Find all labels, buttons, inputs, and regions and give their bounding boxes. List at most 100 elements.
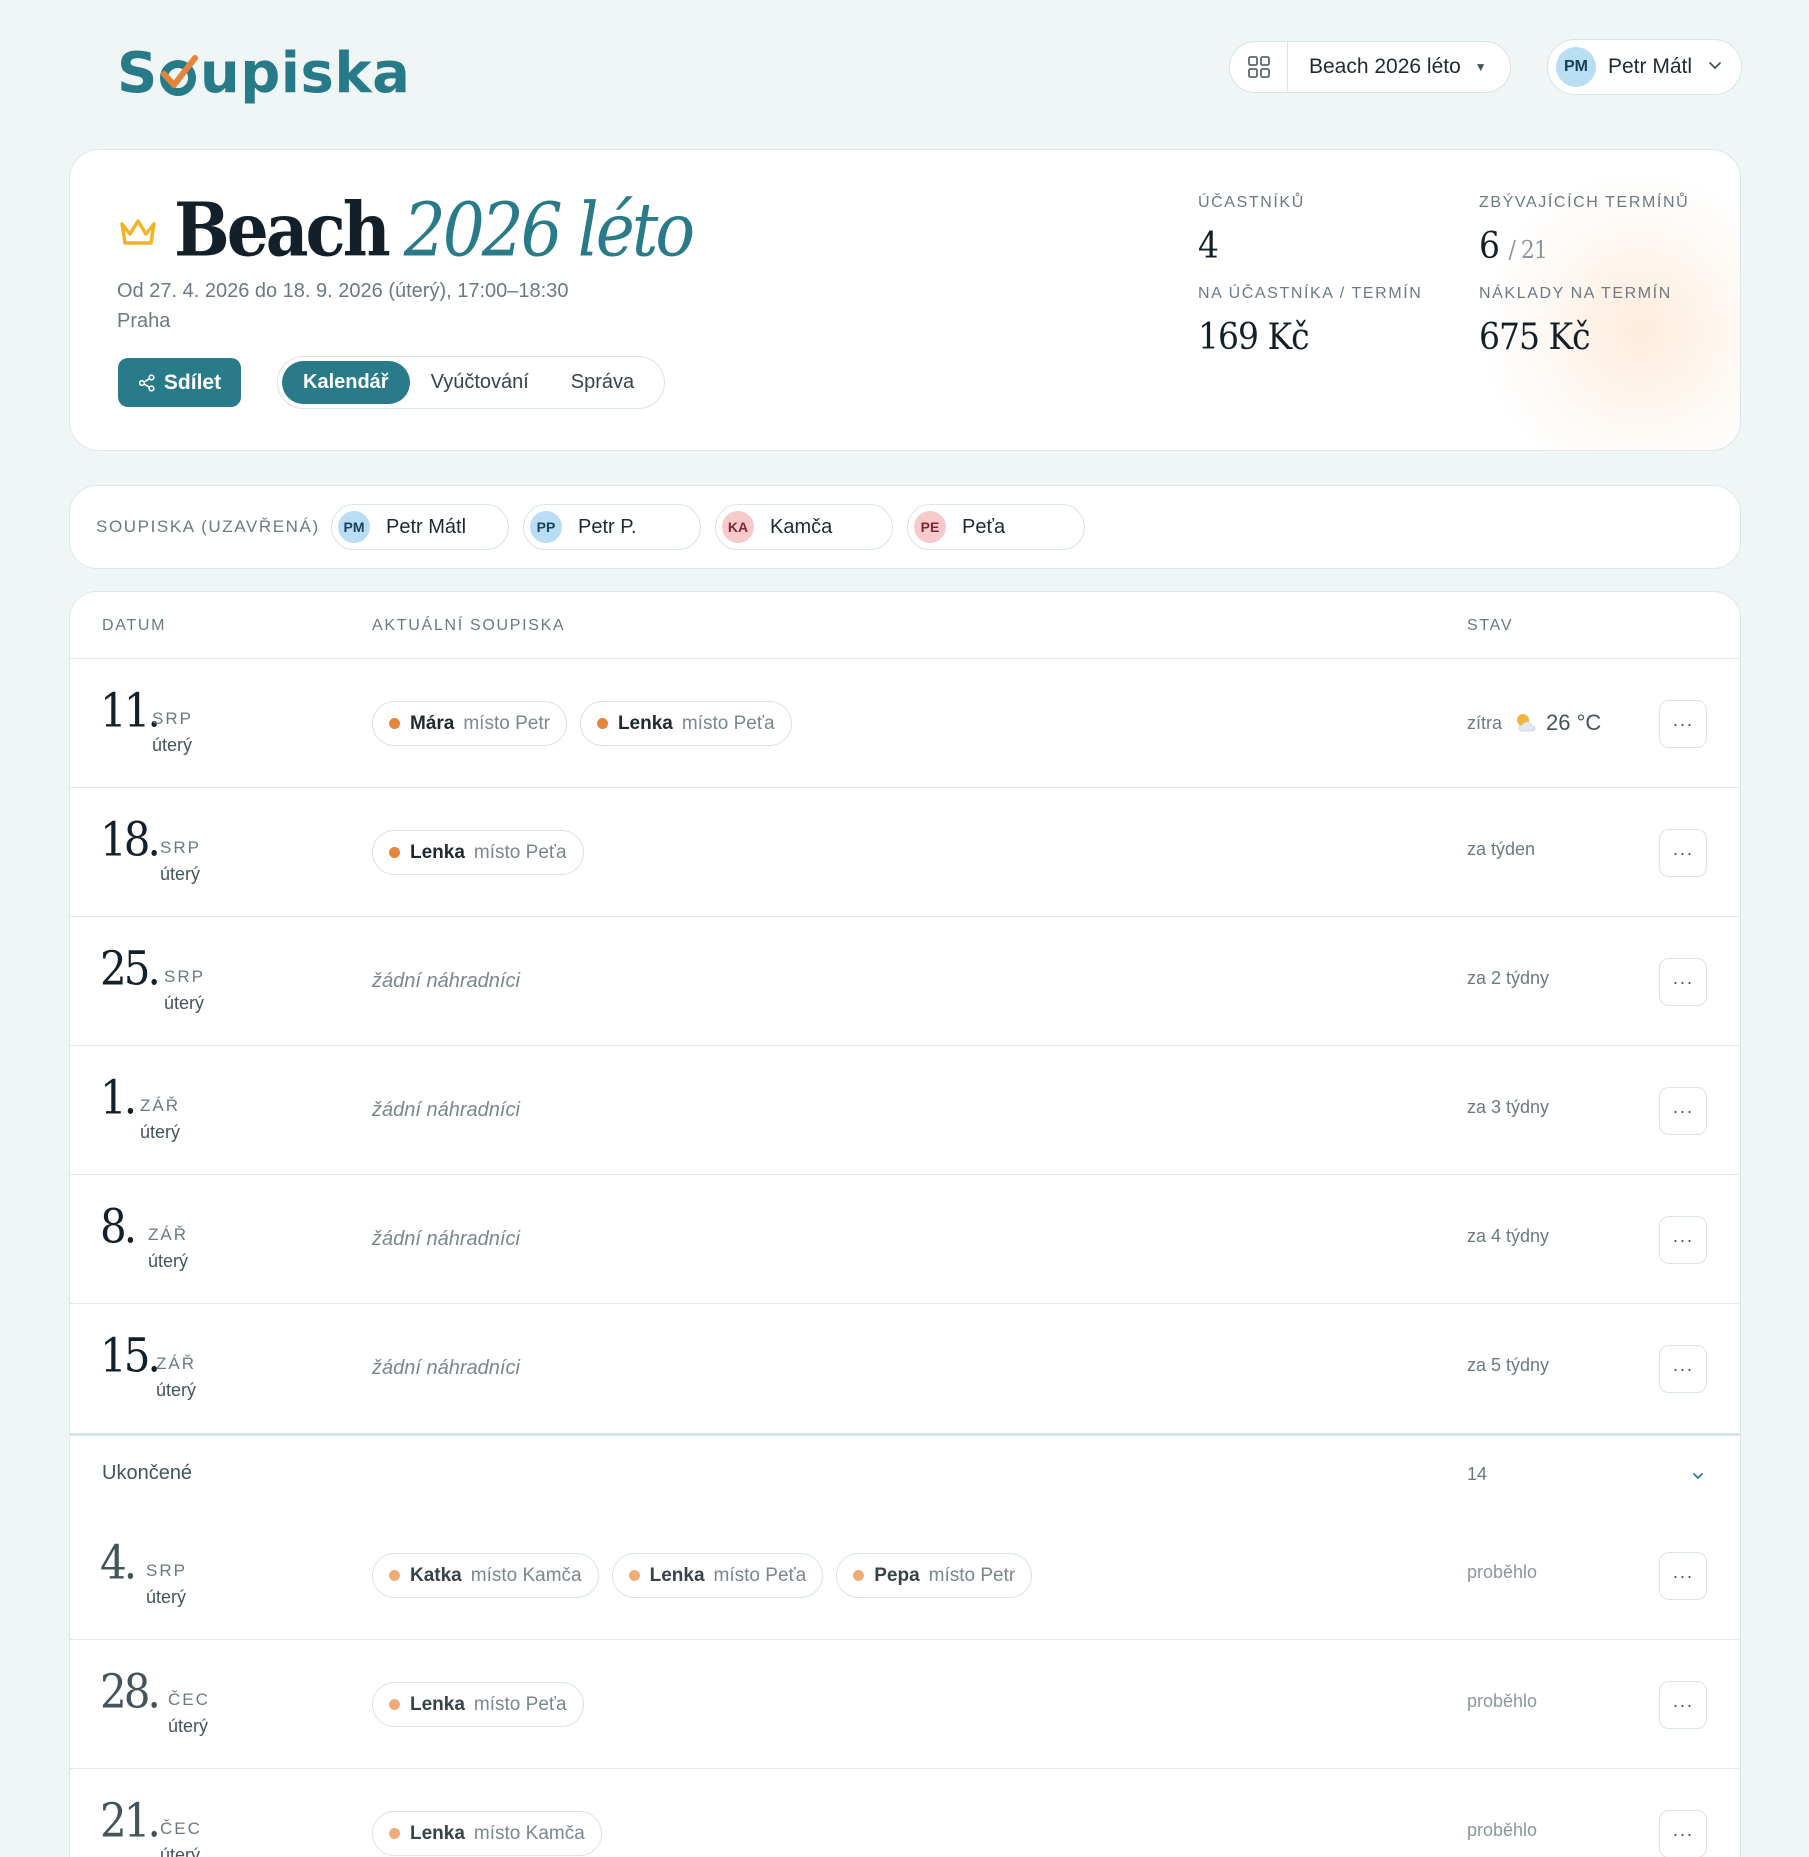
row-status-text: za týden (1467, 839, 1536, 859)
status-dot (389, 718, 400, 729)
table-row: 1. ZÁŘ úterý žádní náhradníci za 3 týdny… (70, 1046, 1740, 1175)
more-options-button[interactable]: ··· (1659, 958, 1707, 1006)
season-title: Beach 2026 léto (174, 186, 695, 273)
row-status: proběhlo (1467, 1691, 1537, 1712)
substitute-chip[interactable]: Pepa místo Petr (836, 1553, 1033, 1598)
status-dot (596, 718, 608, 729)
row-status-text: za 2 týdny (1467, 968, 1550, 988)
roster-member[interactable]: KA Kamča (715, 504, 893, 550)
row-date-detail: ZÁŘ úterý (148, 1225, 188, 1272)
more-options-button[interactable]: ··· (1659, 1810, 1707, 1857)
status-dot (389, 1699, 400, 1710)
share-button-label: Sdílet (163, 370, 222, 394)
row-substitutes: Lenka místo Peťa (372, 830, 584, 875)
season-dates: Od 27. 4. 2026 do 18. 9. 2026 (úterý), 1… (117, 280, 569, 302)
user-menu[interactable]: PM Petr Mátl (1547, 39, 1742, 95)
stat-per-person-value: 169 Kč (1198, 315, 1310, 358)
row-weekday: úterý (156, 1380, 197, 1400)
row-status: za 4 týdny (1467, 1226, 1549, 1247)
more-options-button[interactable]: ··· (1659, 1345, 1707, 1393)
row-weekday: úterý (146, 1587, 187, 1607)
crown-icon (118, 216, 158, 255)
status-dot (389, 847, 400, 858)
row-status-text: za 4 týdny (1467, 1226, 1550, 1246)
roster-member[interactable]: PP Petr P. (523, 504, 701, 550)
row-date-detail: SRP úterý (146, 1561, 187, 1608)
substitute-name: Lenka (410, 1822, 465, 1844)
table-row: 11. SRP úterý Mára místo Petr Lenka místo … (70, 659, 1740, 788)
row-substitutes: Lenka místo Kamča (372, 1811, 602, 1856)
row-status: za 5 týdny (1467, 1355, 1549, 1376)
substitute-chip[interactable]: Lenka místo Peťa (611, 1553, 824, 1598)
substitute-chip[interactable]: Lenka místo Peťa (579, 701, 792, 746)
stat-remaining: ZBÝVAJÍCÍCH TERMÍNŮ 6 / 21 (1479, 194, 1690, 267)
roster-member[interactable]: PE Peťa (907, 504, 1085, 550)
substitute-name: Pepa (874, 1564, 920, 1586)
schedule-table: DATUM AKTUÁLNÍ SOUPISKA STAV 11. SRP úte… (69, 591, 1741, 1857)
row-month: ZÁŘ (156, 1354, 196, 1373)
row-status: proběhlo (1467, 1562, 1537, 1583)
row-substitutes: Katka místo Kamča Lenka místo Peťa Pepa mís… (372, 1553, 1033, 1598)
share-icon (138, 373, 155, 392)
page: S upiska Beach 2026 léto ▼ PM Petr Mátl (0, 0, 1809, 1857)
ended-section-count: 14 (1467, 1464, 1488, 1484)
substitute-replaces: místo Petr (463, 712, 550, 734)
row-month: ZÁŘ (148, 1225, 188, 1244)
substitute-chip[interactable]: Lenka místo Peťa (372, 830, 584, 875)
row-day: 1. (100, 1070, 137, 1125)
row-month: SRP (146, 1561, 187, 1580)
substitute-replaces: místo Peťa (473, 1693, 567, 1715)
row-month: ZÁŘ (140, 1096, 180, 1115)
stat-participants-value: 4 (1198, 224, 1219, 267)
roster-member[interactable]: PM Petr Mátl (331, 504, 509, 550)
substitute-name: Lenka (617, 712, 673, 734)
ended-section-label: Ukončené (102, 1462, 193, 1484)
substitute-chip[interactable]: Mára místo Petr (372, 701, 567, 746)
tab-kalendar[interactable]: Kalendář (282, 361, 410, 404)
row-status: za 3 týdny (1467, 1097, 1549, 1118)
row-date-detail: ČEC úterý (168, 1690, 210, 1737)
avatar: PE (914, 511, 946, 543)
more-options-button[interactable]: ··· (1659, 829, 1707, 877)
stat-participants-label: ÚČASTNÍKŮ (1198, 194, 1305, 211)
col-header-date: DATUM (102, 617, 167, 634)
grid-icon[interactable] (1230, 42, 1288, 92)
more-options-button[interactable]: ··· (1659, 1216, 1707, 1264)
status-dot (853, 1570, 865, 1581)
logo-rest: upiska (199, 40, 411, 106)
more-options-button[interactable]: ··· (1659, 1681, 1707, 1729)
stat-remaining-label: ZBÝVAJÍCÍCH TERMÍNŮ (1479, 194, 1690, 211)
logo-check-icon (159, 48, 199, 98)
tab-vyuctovani[interactable]: Vyúčtování (410, 361, 550, 404)
more-options-button[interactable]: ··· (1659, 1087, 1707, 1135)
chevron-down-icon (1692, 1468, 1704, 1486)
substitute-chip[interactable]: Lenka místo Peťa (372, 1682, 584, 1727)
substitute-chip[interactable]: Katka místo Kamča (372, 1553, 599, 1598)
more-options-button[interactable]: ··· (1659, 1552, 1707, 1600)
status-dot (628, 1570, 640, 1581)
stat-remaining-total: / 21 (1508, 237, 1548, 265)
tab-sprava[interactable]: Správa (550, 361, 655, 404)
ended-section-toggle[interactable]: Ukončené 14 (70, 1433, 1740, 1511)
table-row: 18. SRP úterý Lenka místo Peťa za týden ·… (70, 788, 1740, 917)
row-weekday: úterý (160, 864, 201, 884)
roster-member-name: Kamča (770, 515, 833, 538)
table-row: 28. ČEC úterý Lenka místo Peťa proběhlo ·… (70, 1640, 1740, 1769)
substitute-chip[interactable]: Lenka místo Kamča (372, 1811, 602, 1856)
app-logo[interactable]: S upiska (117, 38, 410, 108)
more-options-button[interactable]: ··· (1659, 700, 1707, 748)
season-switcher[interactable]: Beach 2026 léto ▼ (1229, 41, 1511, 93)
caret-down-icon: ▼ (1474, 60, 1487, 74)
row-month: ČEC (160, 1819, 202, 1838)
row-weekday: úterý (164, 993, 205, 1013)
substitute-name: Lenka (649, 1564, 705, 1586)
no-substitutes: žádní náhradníci (372, 1228, 520, 1250)
roster-member-name: Peťa (962, 515, 1006, 538)
substitute-replaces: místo Peťa (681, 712, 775, 734)
no-substitutes: žádní náhradníci (372, 1099, 520, 1121)
substitute-replaces: místo Peťa (713, 1564, 807, 1586)
row-day: 21. (100, 1793, 161, 1848)
share-button[interactable]: Sdílet (118, 358, 241, 407)
row-date-detail: ČEC úterý (160, 1819, 202, 1857)
table-row: 21. ČEC úterý Lenka místo Kamča proběhlo … (70, 1769, 1740, 1857)
